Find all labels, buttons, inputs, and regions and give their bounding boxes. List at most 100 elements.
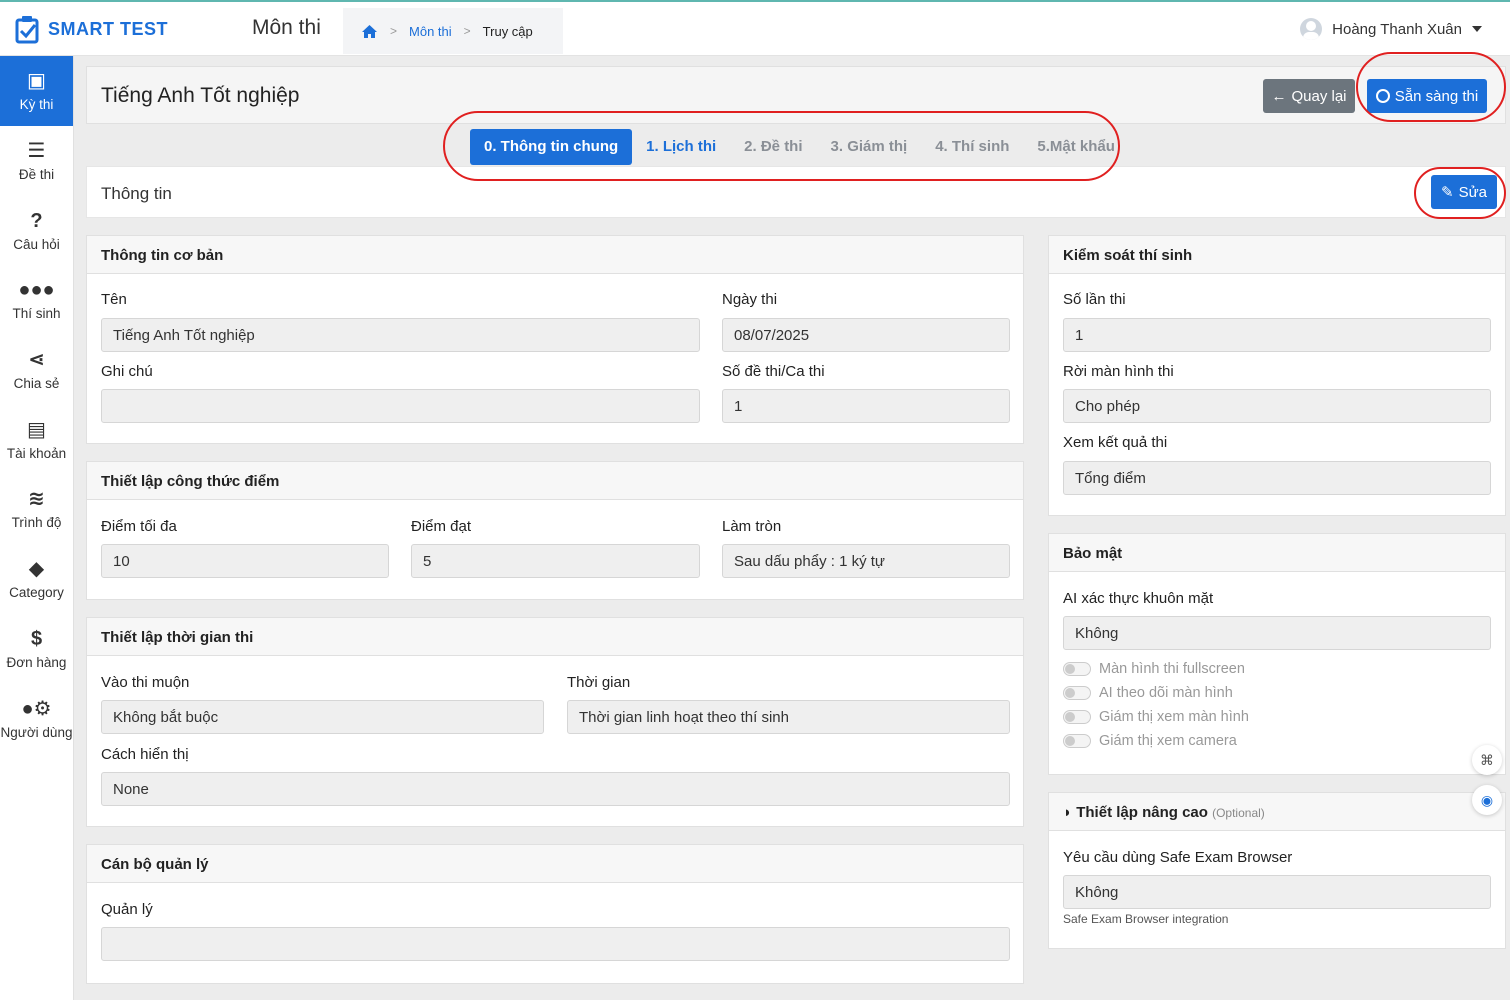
card-title: Thiết lập nâng cao — [1076, 804, 1208, 821]
question-icon: ? — [30, 209, 43, 232]
app-logo[interactable]: SMART TEST — [12, 14, 168, 44]
sidebar-item-chia-se[interactable]: ⋖ Chia sẻ — [0, 335, 73, 405]
sidebar-item-de-thi[interactable]: ☰ Đề thi — [0, 126, 73, 196]
toggle-label: Giám thị xem màn hình — [1099, 709, 1249, 725]
date-label: Ngày thi — [722, 291, 778, 308]
shield-icon: ◗ — [1063, 804, 1073, 821]
sidebar-item-label: Đơn hàng — [6, 654, 67, 670]
note-label: Ghi chú — [101, 363, 153, 380]
caret-down-icon — [1472, 26, 1482, 32]
sidebar-item-label: Kỳ thi — [19, 97, 54, 113]
sidebar-item-label: Tài khoản — [6, 445, 67, 461]
avatar — [1300, 18, 1323, 40]
toggle-proctor-screen[interactable]: Giám thị xem màn hình — [1063, 709, 1249, 725]
toggle-ai-monitor[interactable]: AI theo dõi màn hình — [1063, 685, 1233, 701]
leave-screen-label: Rời màn hình thi — [1063, 363, 1174, 380]
advanced-card: ◗ Thiết lập nâng cao (Optional) Yêu cầu … — [1048, 792, 1506, 949]
rounding-field[interactable]: Sau dấu phẩy : 1 ký tự — [722, 544, 1010, 578]
sidebar-item-tai-khoan[interactable]: ▤ Tài khoản — [0, 404, 73, 474]
card-title: Thông tin cơ bản — [87, 236, 1023, 274]
toggle-switch[interactable] — [1063, 734, 1091, 748]
sidebar-item-trinh-do[interactable]: ≋ Trình độ — [0, 474, 73, 544]
sidebar-item-label: Người dùng — [0, 724, 73, 740]
module-title: Môn thi — [252, 16, 321, 39]
exam-count-field[interactable]: 1 — [722, 389, 1010, 423]
card-title: Bảo mật — [1049, 534, 1505, 572]
sidebar-item-nguoi-dung[interactable]: ●⚙ Người dùng — [0, 683, 73, 753]
back-button[interactable]: ← Quay lại — [1263, 79, 1355, 113]
toggle-fullscreen[interactable]: Màn hình thi fullscreen — [1063, 661, 1245, 677]
sidebar-item-label: Câu hỏi — [13, 236, 60, 252]
name-label: Tên — [101, 291, 127, 308]
sidebar-item-label: Category — [9, 585, 64, 601]
face-ai-field[interactable]: Không — [1063, 616, 1491, 650]
view-result-field[interactable]: Tổng điểm — [1063, 461, 1491, 495]
display-field[interactable]: None — [101, 772, 1010, 806]
manager-field[interactable] — [101, 927, 1010, 961]
card-title: Cán bộ quản lý — [87, 845, 1023, 883]
layers-icon: ≋ — [28, 488, 45, 511]
toggle-label: AI theo dõi màn hình — [1099, 685, 1233, 701]
face-ai-label: AI xác thực khuôn mặt — [1063, 590, 1214, 607]
card-title: Kiểm soát thí sinh — [1049, 236, 1505, 274]
sidebar-item-label: Chia sẻ — [13, 376, 60, 392]
score-card: Thiết lập công thức điểm Điểm tối đa 10 … — [86, 461, 1024, 600]
attempts-field[interactable]: 1 — [1063, 318, 1491, 352]
rounding-label: Làm tròn — [722, 518, 782, 535]
users-icon: ●●● — [18, 279, 55, 302]
card-header: ◗ Thiết lập nâng cao (Optional) — [1049, 793, 1505, 831]
manager-card: Cán bộ quản lý Quản lý — [86, 844, 1024, 984]
sidebar: ▣ Kỳ thi ☰ Đề thi ? Câu hỏi ●●● Thí sinh ⋖ Ch… — [0, 56, 74, 1000]
sidebar-item-label: Đề thi — [18, 167, 55, 183]
sidebar-item-thi-sinh[interactable]: ●●● Thí sinh — [0, 265, 73, 335]
id-card-icon: ▤ — [27, 418, 46, 441]
user-menu[interactable]: Hoàng Thanh Xuân — [1300, 18, 1482, 40]
pass-score-label: Điểm đạt — [411, 518, 472, 535]
attempts-label: Số lần thi — [1063, 291, 1126, 308]
section-title: Thông tin — [101, 184, 172, 203]
home-icon[interactable] — [361, 24, 378, 39]
dollar-icon: $ — [30, 627, 43, 650]
max-score-field[interactable]: 10 — [101, 544, 389, 578]
date-field[interactable]: 08/07/2025 — [722, 318, 1010, 352]
top-bar: SMART TEST Môn thi > Môn thi > Truy cập … — [0, 0, 1510, 56]
seb-label: Yêu cầu dùng Safe Exam Browser — [1063, 849, 1293, 866]
grid-icon[interactable]: ⌘ — [1472, 745, 1502, 775]
app-name: SMART TEST — [48, 18, 168, 39]
share-icon: ⋖ — [28, 349, 45, 372]
card-title: Thiết lập thời gian thi — [87, 618, 1023, 656]
duration-label: Thời gian — [567, 674, 631, 691]
toggle-label: Giám thị xem camera — [1099, 733, 1237, 749]
duration-field[interactable]: Thời gian linh hoạt theo thí sinh — [567, 700, 1010, 734]
manager-label: Quản lý — [101, 901, 153, 918]
sidebar-item-category[interactable]: ◆ Category — [0, 544, 73, 614]
max-score-label: Điểm tối đa — [101, 518, 177, 535]
late-entry-label: Vào thi muộn — [101, 674, 190, 691]
annotation-ring-ready — [1356, 52, 1506, 122]
name-field[interactable]: Tiếng Anh Tốt nghiệp — [101, 318, 700, 352]
seb-hint: Safe Exam Browser integration — [1063, 912, 1229, 926]
sidebar-item-cau-hoi[interactable]: ? Câu hỏi — [0, 195, 73, 265]
toggle-proctor-camera[interactable]: Giám thị xem camera — [1063, 733, 1237, 749]
pass-score-field[interactable]: 5 — [411, 544, 700, 578]
chat-bot-icon[interactable]: ◉ — [1472, 785, 1502, 815]
optional-tag: (Optional) — [1212, 806, 1265, 820]
sidebar-item-don-hang[interactable]: $ Đơn hàng — [0, 614, 73, 684]
toggle-switch[interactable] — [1063, 710, 1091, 724]
toggle-switch[interactable] — [1063, 662, 1091, 676]
toggle-switch[interactable] — [1063, 686, 1091, 700]
candidate-control-card: Kiểm soát thí sinh Số lần thi 1 Rời màn … — [1048, 235, 1506, 516]
breadcrumb-item-mon-thi[interactable]: Môn thi — [409, 24, 452, 39]
back-button-label: Quay lại — [1291, 87, 1347, 105]
arrow-left-icon: ← — [1271, 87, 1287, 105]
seb-field[interactable]: Không — [1063, 875, 1491, 909]
leave-screen-field[interactable]: Cho phép — [1063, 389, 1491, 423]
briefcase-clock-icon: ▣ — [27, 70, 46, 93]
sidebar-item-ky-thi[interactable]: ▣ Kỳ thi — [0, 56, 73, 126]
breadcrumb-item-current: Truy cập — [482, 23, 533, 39]
security-card: Bảo mật AI xác thực khuôn mặt Không Màn … — [1048, 533, 1506, 775]
annotation-ring-edit — [1414, 167, 1506, 219]
late-entry-field[interactable]: Không bắt buộc — [101, 700, 544, 734]
note-field[interactable] — [101, 389, 700, 423]
tags-icon: ◆ — [28, 558, 45, 581]
